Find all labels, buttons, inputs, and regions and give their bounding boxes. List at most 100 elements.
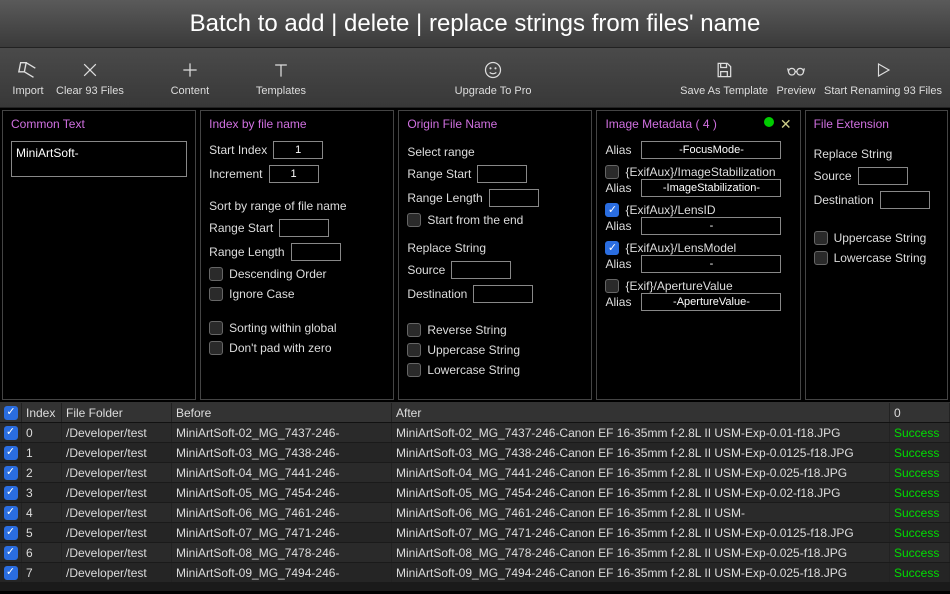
orig-source-input[interactable] (451, 261, 511, 279)
table-row[interactable]: 5 /Developer/test MiniArtSoft-07_MG_7471… (0, 523, 950, 543)
table-row[interactable]: 6 /Developer/test MiniArtSoft-08_MG_7478… (0, 543, 950, 563)
import-label: Import (12, 85, 43, 97)
common-text-title: Common Text (11, 117, 187, 131)
start-renaming-button[interactable]: Start Renaming 93 Files (824, 59, 942, 97)
common-text-input[interactable]: MiniArtSoft- (11, 141, 187, 177)
alias-input[interactable] (641, 141, 781, 159)
row-checkbox[interactable] (4, 486, 18, 500)
save-template-label: Save As Template (680, 85, 768, 97)
plus-icon (179, 59, 201, 81)
no-pad-checkbox[interactable] (209, 341, 223, 355)
status-dot-icon[interactable] (764, 117, 774, 127)
save-template-button[interactable]: Save As Template (680, 59, 768, 97)
alias-input[interactable] (641, 179, 781, 197)
row-checkbox[interactable] (4, 506, 18, 520)
metadata-list: Alias{ExifAux}/ImageStabilizationAlias{E… (605, 141, 791, 317)
idx-range-length-input[interactable] (291, 243, 341, 261)
start-from-end-checkbox[interactable] (407, 213, 421, 227)
cell-after: MiniArtSoft-02_MG_7437-246-Canon EF 16-3… (392, 423, 890, 442)
cell-index: 4 (22, 503, 62, 522)
metadata-panel: Image Metadata ( 4 ) ✕ Alias{ExifAux}/Im… (596, 110, 800, 400)
cell-folder: /Developer/test (62, 543, 172, 562)
table-row[interactable]: 7 /Developer/test MiniArtSoft-09_MG_7494… (0, 563, 950, 583)
ext-dest-input[interactable] (880, 191, 930, 209)
row-checkbox[interactable] (4, 426, 18, 440)
meta-checkbox[interactable] (605, 241, 619, 255)
play-icon (872, 59, 894, 81)
cell-status: Success (890, 543, 950, 562)
meta-checkbox[interactable] (605, 165, 619, 179)
row-checkbox[interactable] (4, 526, 18, 540)
sort-global-checkbox[interactable] (209, 321, 223, 335)
cell-before: MiniArtSoft-09_MG_7494-246- (172, 563, 392, 582)
cell-index: 5 (22, 523, 62, 542)
reverse-checkbox[interactable] (407, 323, 421, 337)
ext-uppercase-checkbox[interactable] (814, 231, 828, 245)
cell-folder: /Developer/test (62, 463, 172, 482)
preview-button[interactable]: Preview (776, 59, 816, 97)
alias-input[interactable] (641, 255, 781, 273)
col-folder[interactable]: File Folder (62, 403, 172, 422)
upgrade-button[interactable]: Upgrade To Pro (455, 59, 532, 97)
alias-label: Alias (605, 295, 635, 309)
smile-icon (482, 59, 504, 81)
row-checkbox[interactable] (4, 446, 18, 460)
alias-input[interactable] (641, 293, 781, 311)
table-row[interactable]: 2 /Developer/test MiniArtSoft-04_MG_7441… (0, 463, 950, 483)
select-all-checkbox[interactable] (4, 406, 18, 420)
ext-dest-label: Destination (814, 193, 874, 207)
close-panel-icon[interactable]: ✕ (780, 117, 792, 131)
start-index-input[interactable] (273, 141, 323, 159)
row-checkbox[interactable] (4, 546, 18, 560)
cell-folder: /Developer/test (62, 483, 172, 502)
index-title: Index by file name (209, 117, 385, 131)
table-row[interactable]: 1 /Developer/test MiniArtSoft-03_MG_7438… (0, 443, 950, 463)
save-icon (713, 59, 735, 81)
metadata-title-row: Image Metadata ( 4 ) ✕ (605, 117, 791, 131)
col-before[interactable]: Before (172, 403, 392, 422)
cell-index: 3 (22, 483, 62, 502)
meta-checkbox[interactable] (605, 279, 619, 293)
alias-input[interactable] (641, 217, 781, 235)
reverse-label: Reverse String (427, 323, 506, 337)
col-status[interactable]: 0 (890, 403, 950, 422)
descending-checkbox[interactable] (209, 267, 223, 281)
table-row[interactable]: 4 /Developer/test MiniArtSoft-06_MG_7461… (0, 503, 950, 523)
col-index[interactable]: Index (22, 403, 62, 422)
idx-range-start-input[interactable] (279, 219, 329, 237)
cell-after: MiniArtSoft-03_MG_7438-246-Canon EF 16-3… (392, 443, 890, 462)
table-body: 0 /Developer/test MiniArtSoft-02_MG_7437… (0, 423, 950, 583)
import-icon (17, 59, 39, 81)
config-panels: Common Text MiniArtSoft- Index by file n… (0, 108, 950, 403)
orig-lowercase-checkbox[interactable] (407, 363, 421, 377)
cell-index: 6 (22, 543, 62, 562)
orig-range-length-input[interactable] (489, 189, 539, 207)
import-button[interactable]: Import (8, 59, 48, 97)
ignore-case-checkbox[interactable] (209, 287, 223, 301)
templates-button[interactable]: Templates (256, 59, 306, 97)
window-title: Batch to add | delete | replace strings … (0, 0, 950, 48)
cell-status: Success (890, 503, 950, 522)
start-index-label: Start Index (209, 143, 267, 157)
meta-checkbox[interactable] (605, 203, 619, 217)
no-pad-label: Don't pad with zero (229, 341, 331, 355)
ext-lowercase-checkbox[interactable] (814, 251, 828, 265)
table-row[interactable]: 0 /Developer/test MiniArtSoft-02_MG_7437… (0, 423, 950, 443)
common-text-panel: Common Text MiniArtSoft- (2, 110, 196, 400)
title-text: Batch to add | delete | replace strings … (190, 10, 761, 38)
content-label: Content (171, 85, 210, 97)
meta-tag: {ExifAux}/LensModel (625, 241, 736, 255)
orig-range-start-input[interactable] (477, 165, 527, 183)
increment-input[interactable] (269, 165, 319, 183)
table-row[interactable]: 3 /Developer/test MiniArtSoft-05_MG_7454… (0, 483, 950, 503)
row-checkbox[interactable] (4, 566, 18, 580)
orig-range-start-label: Range Start (407, 167, 471, 181)
row-checkbox[interactable] (4, 466, 18, 480)
content-button[interactable]: Content (170, 59, 210, 97)
ext-source-input[interactable] (858, 167, 908, 185)
orig-uppercase-checkbox[interactable] (407, 343, 421, 357)
clear-button[interactable]: Clear 93 Files (56, 59, 124, 97)
cell-before: MiniArtSoft-08_MG_7478-246- (172, 543, 392, 562)
orig-dest-input[interactable] (473, 285, 533, 303)
col-after[interactable]: After (392, 403, 890, 422)
